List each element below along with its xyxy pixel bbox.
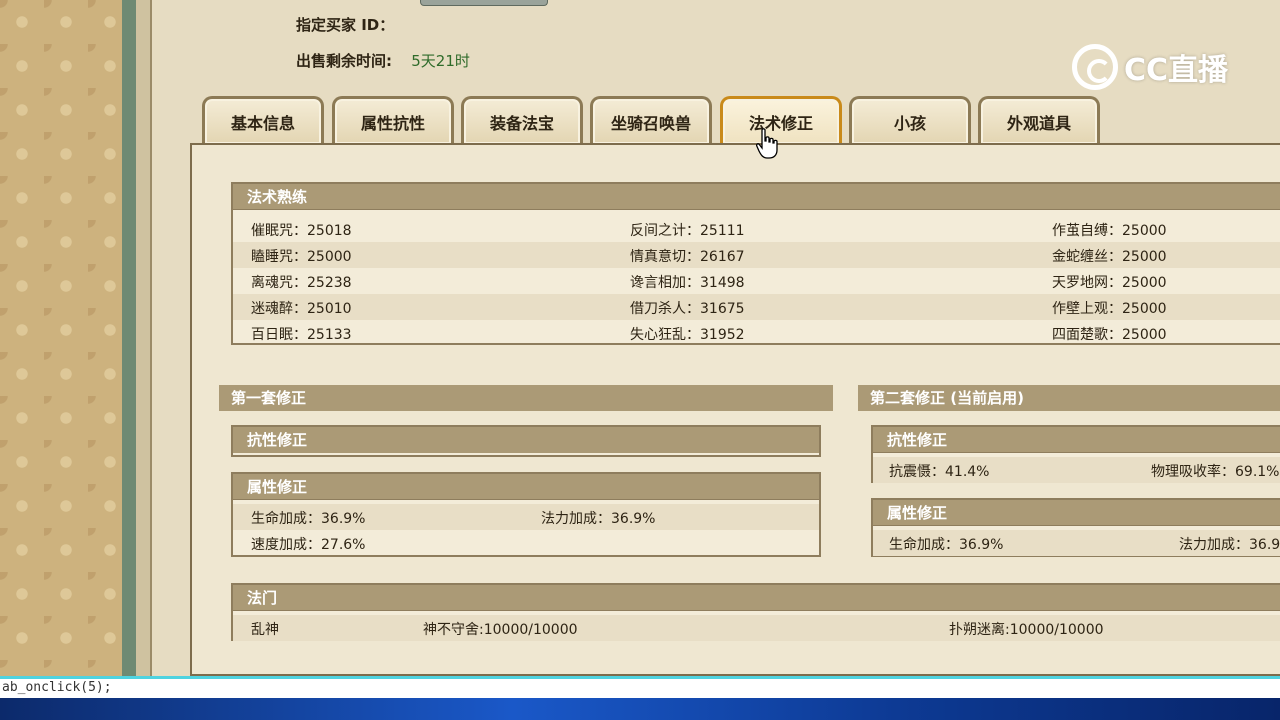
spell-entry: 迷魂醉：25010 xyxy=(251,301,352,317)
spell-entry: 催眠咒：25018 xyxy=(251,223,352,239)
table-row: 抗震慑：41.4% 物理吸收率：69.1% xyxy=(873,457,1280,483)
spell-mastery-section: 法术熟练 催眠咒：25018 反间之计：25111 作茧自缚：25000 瞌睡咒… xyxy=(231,182,1280,345)
status-bar: ab_onclick(5); xyxy=(0,676,1280,698)
spell-entry: 百日眠：25133 xyxy=(251,327,352,343)
spell-entry: 瞌睡咒：25000 xyxy=(251,249,352,265)
tab-spell-correction[interactable]: 法术修正 xyxy=(720,96,842,144)
table-row: 催眠咒：25018 反间之计：25111 作茧自缚：25000 xyxy=(233,216,1280,242)
table-row: 生命加成：36.9% 法力加成：36.9% xyxy=(873,530,1280,556)
tab-children[interactable]: 小孩 xyxy=(849,96,971,144)
spell-entry: 情真意切：26167 xyxy=(630,249,745,265)
attr-entry: 生命加成：36.9% xyxy=(889,537,1004,553)
attr-entry: 生命加成：36.9% xyxy=(251,511,366,527)
tab-basic-info[interactable]: 基本信息 xyxy=(202,96,324,144)
frame-border xyxy=(122,0,136,676)
spell-entry: 作茧自缚：25000 xyxy=(1052,223,1167,239)
school-entry: 扑朔迷离:10000/10000 xyxy=(949,622,1104,638)
attr-entry: 法力加成：36.9% xyxy=(1179,537,1280,553)
school-entry: 神不守舍:10000/10000 xyxy=(423,622,578,638)
tab-label: 外观道具 xyxy=(1006,113,1071,133)
tab-label: 坐骑召唤兽 xyxy=(610,113,691,133)
spell-entry: 借刀杀人：31675 xyxy=(630,301,745,317)
logo-text: CC直播 xyxy=(1124,53,1229,88)
desktop-wallpaper xyxy=(0,698,1280,720)
set2-attr-section: 属性修正 生命加成：36.9% 法力加成：36.9% xyxy=(871,498,1280,557)
tab-attributes[interactable]: 属性抗性 xyxy=(332,96,454,144)
buyer-id-label: 指定买家 ID： xyxy=(296,16,395,34)
spell-entry: 天罗地网：25000 xyxy=(1052,275,1167,291)
set1-resist-section: 抗性修正 xyxy=(231,425,821,457)
spell-entry: 金蛇缠丝：25000 xyxy=(1052,249,1167,265)
table-row: 百日眠：25133 失心狂乱：31952 四面楚歌：25000 xyxy=(233,320,1280,346)
spell-entry: 失心狂乱：31952 xyxy=(630,327,745,343)
status-text: ab_onclick(5); xyxy=(2,680,112,695)
tab-label: 基本信息 xyxy=(230,113,295,133)
resist-entry: 物理吸收率：69.1% xyxy=(1151,464,1280,480)
frame-inner-border xyxy=(136,0,152,676)
remaining-time-label: 出售剩余时间: xyxy=(296,52,392,70)
top-button-stub[interactable] xyxy=(420,0,548,6)
spell-entry: 谗言相加：31498 xyxy=(630,275,745,291)
tab-equipment[interactable]: 装备法宝 xyxy=(461,96,583,144)
tab-label: 小孩 xyxy=(893,113,926,133)
set2-resist-title: 抗性修正 xyxy=(873,427,1280,453)
spell-entry: 反间之计：25111 xyxy=(630,223,745,239)
cc-live-logo: CC直播 xyxy=(1072,44,1228,90)
set2-title: 第二套修正 (当前启用) xyxy=(858,385,1280,411)
table-row: 速度加成：27.6% xyxy=(233,530,819,556)
resist-entry: 抗震慑：41.4% xyxy=(889,464,990,480)
attr-entry: 速度加成：27.6% xyxy=(251,537,366,553)
spell-entry: 四面楚歌：25000 xyxy=(1052,327,1167,343)
set2-attr-title: 属性修正 xyxy=(873,500,1280,526)
attr-entry: 法力加成：36.9% xyxy=(541,511,656,527)
decorative-wallpaper xyxy=(0,0,124,676)
tab-label: 装备法宝 xyxy=(489,113,554,133)
table-row: 生命加成：36.9% 法力加成：36.9% xyxy=(233,504,819,530)
set2-resist-section: 抗性修正 抗震慑：41.4% 物理吸收率：69.1% xyxy=(871,425,1280,483)
table-row: 瞌睡咒：25000 情真意切：26167 金蛇缠丝：25000 xyxy=(233,242,1280,268)
set1-attr-title: 属性修正 xyxy=(233,474,819,500)
school-section: 法门 乱神 神不守舍:10000/10000 扑朔迷离:10000/10000 xyxy=(231,583,1280,641)
tab-mounts-pets[interactable]: 坐骑召唤兽 xyxy=(590,96,712,144)
spell-mastery-title: 法术熟练 xyxy=(233,184,1280,210)
table-row: 乱神 神不守舍:10000/10000 扑朔迷离:10000/10000 xyxy=(233,615,1280,641)
school-title: 法门 xyxy=(233,585,1280,611)
spell-entry: 离魂咒：25238 xyxy=(251,275,352,291)
spell-entry: 作壁上观：25000 xyxy=(1052,301,1167,317)
set1-title: 第一套修正 xyxy=(219,385,833,411)
tab-label: 属性抗性 xyxy=(360,113,425,133)
table-row: 离魂咒：25238 谗言相加：31498 天罗地网：25000 xyxy=(233,268,1280,294)
remaining-time-value: 5天21时 xyxy=(411,52,470,70)
remaining-time-row: 出售剩余时间: 5天21时 xyxy=(296,50,470,71)
hand-cursor-icon xyxy=(756,128,778,159)
set1-resist-title: 抗性修正 xyxy=(233,427,819,453)
tab-appearance[interactable]: 外观道具 xyxy=(978,96,1100,144)
cc-logo-icon xyxy=(1072,44,1118,90)
buyer-id-row: 指定买家 ID： xyxy=(296,14,408,35)
set1-attr-section: 属性修正 生命加成：36.9% 法力加成：36.9% 速度加成：27.6% xyxy=(231,472,821,557)
table-row: 迷魂醉：25010 借刀杀人：31675 作壁上观：25000 xyxy=(233,294,1280,320)
school-entry: 乱神 xyxy=(251,622,279,638)
